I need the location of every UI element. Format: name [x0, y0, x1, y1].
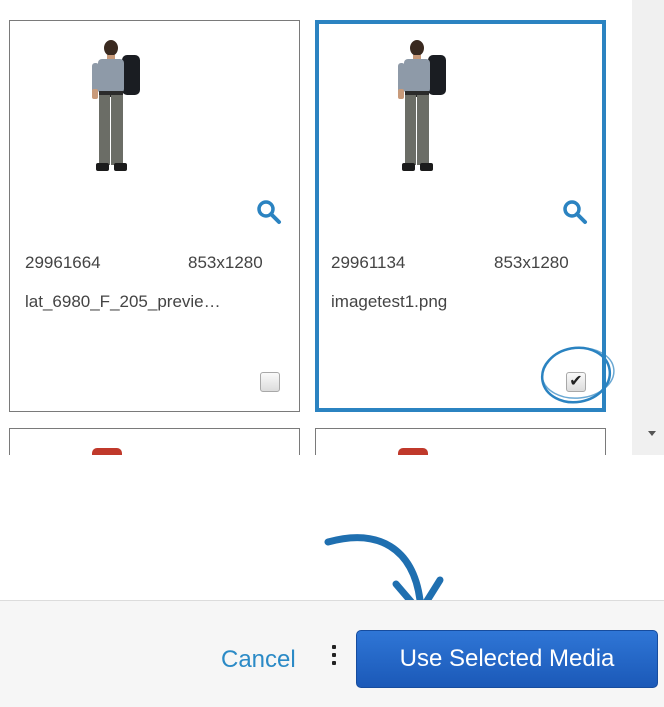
cancel-link[interactable]: Cancel: [221, 646, 296, 674]
media-dimensions: 853x1280: [494, 253, 569, 272]
media-grid: 29961664 853x1280 lat_6980_F_205_previe……: [0, 0, 632, 455]
media-id: 29961664: [25, 253, 101, 272]
scrollbar[interactable]: [632, 0, 664, 455]
media-card-partial[interactable]: [315, 428, 606, 455]
scroll-down-arrow-icon[interactable]: [648, 431, 656, 436]
select-checkbox[interactable]: [260, 372, 280, 392]
highlight-circle-annotation: [540, 346, 615, 404]
zoom-icon[interactable]: [562, 199, 588, 225]
kebab-menu-icon[interactable]: [331, 645, 337, 671]
media-dimensions: 853x1280: [188, 253, 263, 272]
media-id: 29961134: [331, 253, 406, 272]
thumbnail-image-partial: [92, 448, 122, 455]
zoom-icon[interactable]: [256, 199, 282, 225]
thumbnail-image-partial: [398, 448, 428, 455]
media-card-partial[interactable]: [9, 428, 300, 455]
media-card[interactable]: 29961664 853x1280 lat_6980_F_205_previe…: [9, 20, 300, 412]
thumbnail-image[interactable]: [390, 39, 454, 181]
media-filename: lat_6980_F_205_previe…: [25, 292, 221, 311]
use-selected-media-button[interactable]: Use Selected Media: [356, 630, 658, 688]
media-filename: imagetest1.png: [331, 292, 448, 311]
thumbnail-image[interactable]: [84, 39, 148, 181]
